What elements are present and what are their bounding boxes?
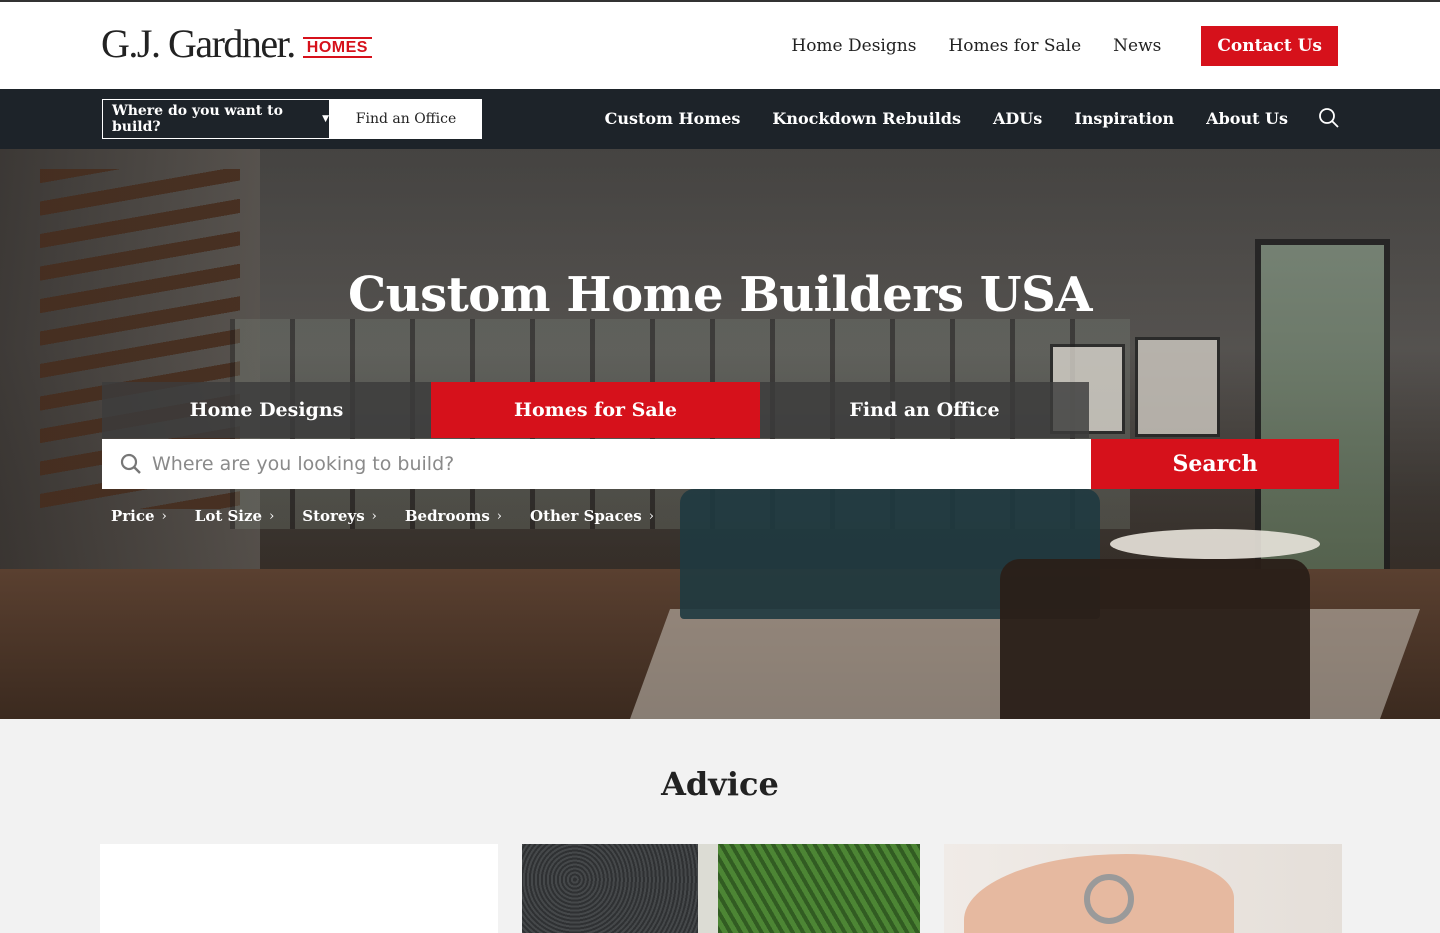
- card-image-grass: [718, 844, 920, 933]
- hero-bg-table: [1110, 529, 1320, 559]
- tab-find-an-office[interactable]: Find an Office: [760, 382, 1089, 438]
- chevron-right-icon: ›: [161, 508, 167, 524]
- logo-homes-mark: HOMES: [302, 37, 372, 58]
- top-nav: Home Designs Homes for Sale News Contact…: [759, 26, 1338, 66]
- nav-inspiration[interactable]: Inspiration: [1074, 109, 1174, 128]
- logo-wordmark: G.J. Gardner.: [101, 21, 296, 66]
- advice-card[interactable]: [100, 844, 498, 933]
- hero-title: Custom Home Builders USA: [347, 267, 1093, 323]
- topnav-news[interactable]: News: [1113, 36, 1161, 56]
- search-filters: Price › Lot Size › Storeys › Bedrooms › Othe…: [111, 507, 682, 525]
- site-header: G.J. Gardner. HOMES Home Designs Homes f…: [0, 2, 1440, 89]
- hero-bg-chair: [1000, 559, 1310, 719]
- search-button[interactable]: Search: [1091, 439, 1339, 489]
- location-dropdown[interactable]: Where do you want to build? ▼: [102, 99, 330, 139]
- advice-heading: Advice: [661, 765, 779, 803]
- nav-knockdown-rebuilds[interactable]: Knockdown Rebuilds: [772, 109, 961, 128]
- filter-price[interactable]: Price ›: [111, 507, 167, 525]
- filter-lot-size[interactable]: Lot Size ›: [195, 507, 275, 525]
- filter-storeys[interactable]: Storeys ›: [302, 507, 377, 525]
- hero-section: Custom Home Builders USA Home Designs Ho…: [0, 149, 1440, 719]
- location-search-input[interactable]: [152, 453, 1052, 475]
- chevron-right-icon: ›: [371, 508, 377, 524]
- search-icon[interactable]: [1318, 107, 1340, 129]
- filter-other-spaces[interactable]: Other Spaces ›: [530, 507, 654, 525]
- tab-home-designs[interactable]: Home Designs: [102, 382, 431, 438]
- main-navbar: Where do you want to build? ▼ Find an Of…: [0, 89, 1440, 149]
- topnav-home-designs[interactable]: Home Designs: [791, 36, 916, 56]
- hero-bg-artwork: [1135, 337, 1220, 437]
- filter-label: Price: [111, 507, 155, 525]
- nav-adus[interactable]: ADUs: [993, 109, 1042, 128]
- nav-custom-homes[interactable]: Custom Homes: [605, 109, 741, 128]
- filter-label: Lot Size: [194, 507, 263, 525]
- filter-label: Bedrooms: [404, 507, 490, 525]
- chevron-right-icon: ›: [496, 508, 502, 524]
- chevron-right-icon: ›: [269, 508, 275, 524]
- key-ring-icon: [1084, 874, 1134, 924]
- filter-bedrooms[interactable]: Bedrooms ›: [405, 507, 502, 525]
- filter-label: Other Spaces: [530, 507, 642, 525]
- card-image-asphalt: [522, 844, 698, 933]
- search-tabs: Home Designs Homes for Sale Find an Offi…: [102, 382, 1090, 438]
- advice-card[interactable]: [944, 844, 1342, 933]
- contact-us-button[interactable]: Contact Us: [1201, 26, 1338, 66]
- chevron-down-icon: ▼: [322, 114, 329, 124]
- chevron-right-icon: ›: [648, 508, 654, 524]
- site-logo[interactable]: G.J. Gardner. HOMES: [101, 22, 372, 66]
- nav-about-us[interactable]: About Us: [1206, 109, 1288, 128]
- filter-label: Storeys: [302, 507, 365, 525]
- advice-card[interactable]: [522, 844, 920, 933]
- location-dropdown-label: Where do you want to build?: [112, 103, 283, 135]
- magnifier-icon: [120, 453, 142, 475]
- find-office-button[interactable]: Find an Office: [330, 99, 482, 139]
- main-nav: Custom Homes Knockdown Rebuilds ADUs Ins…: [573, 107, 1340, 129]
- tab-homes-for-sale[interactable]: Homes for Sale: [431, 382, 760, 438]
- hero-search-bar: [102, 439, 1091, 489]
- topnav-homes-for-sale[interactable]: Homes for Sale: [948, 36, 1081, 56]
